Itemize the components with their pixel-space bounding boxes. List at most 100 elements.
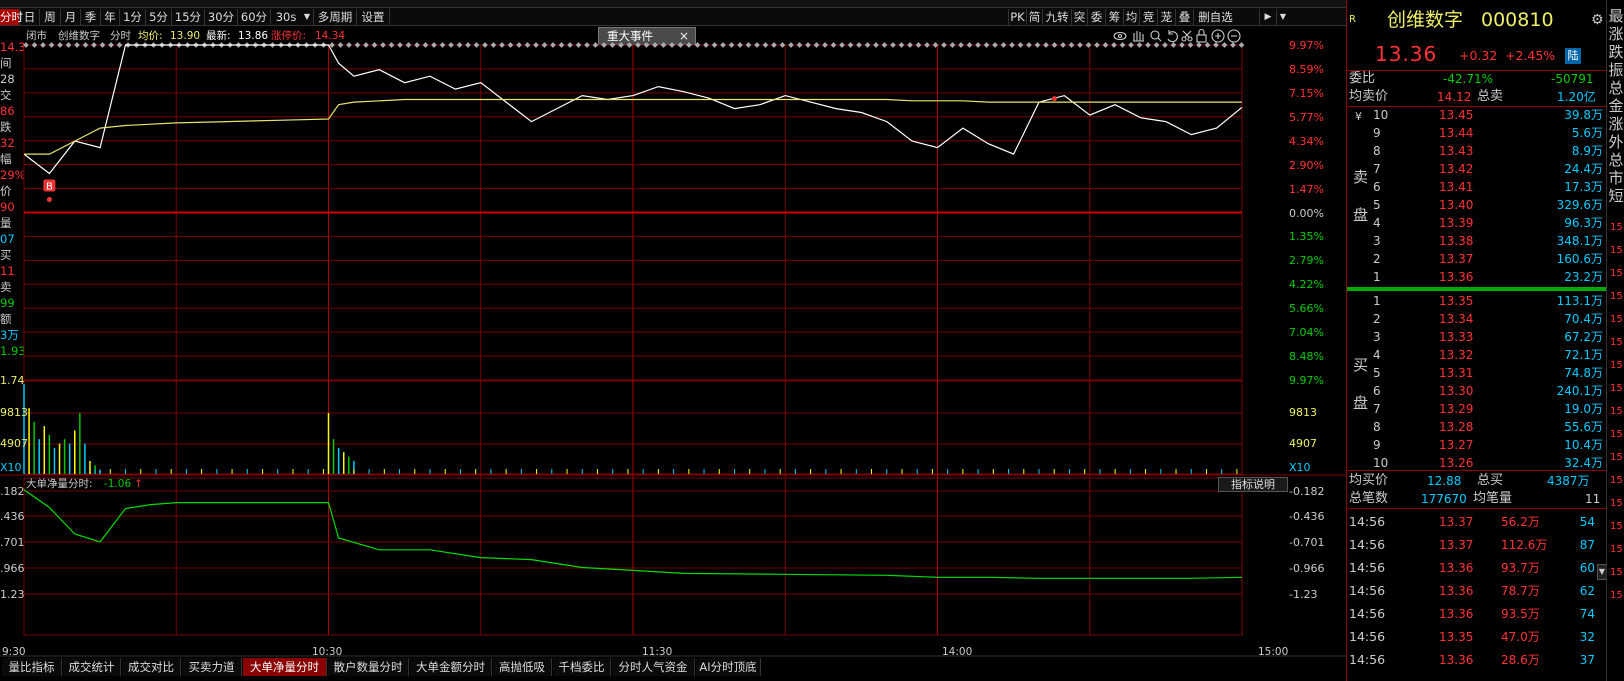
tick-row: 14:56 13.36 93.7万 60 bbox=[1347, 557, 1607, 579]
indicator-left-label: 1.23 bbox=[0, 588, 25, 601]
avg-buy-label: 均买价 bbox=[1349, 473, 1389, 488]
order-book-row[interactable]: 2 13.34 70.4万 bbox=[1347, 310, 1607, 328]
price-axis-label: 7.15% bbox=[1289, 86, 1324, 100]
limit-up-marker bbox=[567, 42, 573, 48]
limit-up-marker bbox=[1179, 42, 1185, 48]
side-number: 15 bbox=[1610, 544, 1623, 555]
indicator-tab[interactable]: AI分时顶底 bbox=[696, 658, 761, 676]
limit-up-marker bbox=[830, 42, 837, 48]
order-book-row[interactable]: 9 13.44 5.6万 bbox=[1347, 124, 1607, 142]
limit-up-marker bbox=[728, 42, 735, 48]
time-label-1400: 14:00 bbox=[942, 646, 973, 658]
side-tab[interactable]: 总 bbox=[1608, 152, 1624, 168]
order-book-row[interactable]: 5 13.31 74.8万 bbox=[1347, 364, 1607, 382]
limit-up-marker bbox=[941, 42, 947, 48]
limit-up-marker bbox=[541, 42, 548, 48]
limit-up-marker bbox=[1187, 42, 1194, 48]
side-tab[interactable]: 涨 bbox=[1608, 116, 1624, 132]
limit-up-marker bbox=[48, 42, 55, 48]
order-level: 5 bbox=[1373, 198, 1381, 212]
tick-time: 14:56 bbox=[1349, 606, 1386, 621]
indicator-tab[interactable]: 千档委比 bbox=[553, 658, 611, 676]
side-tab[interactable]: 振 bbox=[1608, 62, 1624, 78]
limit-up-marker bbox=[626, 42, 633, 48]
volume-label-top: 1.74 bbox=[0, 374, 25, 387]
gear-icon[interactable]: ⚙ bbox=[1591, 12, 1604, 28]
limit-up-marker bbox=[499, 42, 505, 48]
limit-up-marker bbox=[1196, 42, 1202, 48]
order-volume: 23.2万 bbox=[1564, 270, 1603, 284]
indicator-tab[interactable]: 成交对比 bbox=[122, 658, 181, 676]
indicator-left-label: .966 bbox=[0, 562, 25, 575]
side-number: 15 bbox=[1610, 406, 1623, 417]
side-tab[interactable]: 金 bbox=[1608, 98, 1624, 114]
limit-up-marker bbox=[881, 42, 888, 48]
limit-up-marker bbox=[660, 42, 667, 48]
tick-amount: 112.6万 bbox=[1501, 538, 1548, 552]
price-change: +0.32 bbox=[1459, 48, 1498, 63]
tick-time: 14:56 bbox=[1349, 652, 1386, 667]
order-book-row[interactable]: 10 13.45 39.8万 bbox=[1347, 106, 1607, 124]
indicator-tab[interactable]: 分时人气资金 bbox=[612, 658, 695, 676]
indicator-tab[interactable]: 高抛低吸 bbox=[493, 658, 552, 676]
limit-up-marker bbox=[507, 42, 514, 48]
side-tab[interactable]: 涨 bbox=[1608, 26, 1624, 42]
order-book-row[interactable]: 1 13.35 113.1万 bbox=[1347, 292, 1607, 310]
price-axis-label: 4.22% bbox=[1289, 278, 1324, 292]
indicator-tab[interactable]: 散户数量分时 bbox=[328, 658, 409, 676]
indicator-help-button[interactable]: 指标说明 bbox=[1218, 477, 1288, 492]
side-tab[interactable]: 最 bbox=[1608, 8, 1624, 24]
tick-time: 14:56 bbox=[1349, 629, 1386, 644]
order-book-row[interactable]: 7 13.42 24.4万 bbox=[1347, 160, 1607, 178]
order-book-row[interactable]: 4 13.39 96.3万 bbox=[1347, 214, 1607, 232]
order-book-row[interactable]: 6 13.30 240.1万 bbox=[1347, 382, 1607, 400]
side-number: 15 bbox=[1610, 360, 1623, 371]
side-tab[interactable]: 市 bbox=[1608, 170, 1624, 186]
side-tab[interactable]: 短 bbox=[1608, 188, 1624, 204]
limit-up-marker bbox=[864, 42, 871, 48]
order-book-row[interactable]: 8 13.28 55.6万 bbox=[1347, 418, 1607, 436]
limit-up-marker bbox=[907, 42, 913, 48]
tick-time: 14:56 bbox=[1349, 537, 1386, 552]
indicator-tab[interactable]: 买卖力道 bbox=[182, 658, 242, 676]
price-axis-label: 7.04% bbox=[1289, 326, 1324, 340]
order-book-row[interactable]: 1 13.36 23.2万 bbox=[1347, 268, 1607, 286]
limit-up-marker bbox=[1230, 42, 1236, 48]
side-tab[interactable]: 总 bbox=[1608, 80, 1624, 96]
order-book-row[interactable]: 7 13.29 19.0万 bbox=[1347, 400, 1607, 418]
side-tab[interactable]: 外 bbox=[1608, 134, 1624, 150]
price-axis-label: 5.77% bbox=[1289, 110, 1324, 124]
order-book-row[interactable]: 9 13.27 10.4万 bbox=[1347, 436, 1607, 454]
limit-up-marker bbox=[873, 42, 879, 48]
order-volume: 329.6万 bbox=[1556, 198, 1603, 212]
limit-up-marker bbox=[1204, 42, 1211, 48]
indicator-tab[interactable]: 大单净量分时 bbox=[243, 658, 327, 676]
indicator-tab[interactable]: 大单金额分时 bbox=[410, 658, 492, 676]
order-book-row[interactable]: 3 13.38 348.1万 bbox=[1347, 232, 1607, 250]
limit-up-marker bbox=[550, 42, 556, 48]
limit-up-marker bbox=[1119, 42, 1126, 48]
app-window: 分时 日 周 月 季 年 1分 5分 15分 30分 60分 30s ▼ 多周期… bbox=[0, 0, 1624, 681]
order-volume: 55.6万 bbox=[1564, 420, 1603, 434]
order-book-row[interactable]: 3 13.33 67.2万 bbox=[1347, 328, 1607, 346]
order-book-row[interactable]: 5 13.40 329.6万 bbox=[1347, 196, 1607, 214]
limit-up-marker bbox=[558, 42, 565, 48]
limit-up-marker bbox=[1102, 42, 1109, 48]
indicator-tab[interactable]: 成交统计 bbox=[63, 658, 121, 676]
order-book-row[interactable]: 6 13.41 17.3万 bbox=[1347, 178, 1607, 196]
side-number: 15 bbox=[1610, 429, 1623, 440]
side-tab[interactable]: 跌 bbox=[1608, 44, 1624, 60]
order-price: 13.29 bbox=[1439, 402, 1474, 416]
tick-amount: 93.5万 bbox=[1501, 607, 1540, 621]
side-column: 最涨跌振总金涨外总市短 15 15 15 15 15 15 15 15 15 15 15 15 15 15… bbox=[1606, 0, 1624, 681]
order-book-row[interactable]: 8 13.43 8.9万 bbox=[1347, 142, 1607, 160]
order-price: 13.39 bbox=[1439, 216, 1474, 230]
order-book-row[interactable]: 4 13.32 72.1万 bbox=[1347, 346, 1607, 364]
order-book-row[interactable]: 2 13.37 160.6万 bbox=[1347, 250, 1607, 268]
limit-up-marker bbox=[516, 42, 522, 48]
volume-right-unit: X10 bbox=[1289, 461, 1311, 474]
indicator-tab[interactable]: 量比指标 bbox=[2, 658, 62, 676]
order-ratio-pct: -42.71% bbox=[1443, 72, 1494, 86]
order-level: 6 bbox=[1373, 384, 1381, 398]
limit-up-marker bbox=[643, 42, 650, 48]
